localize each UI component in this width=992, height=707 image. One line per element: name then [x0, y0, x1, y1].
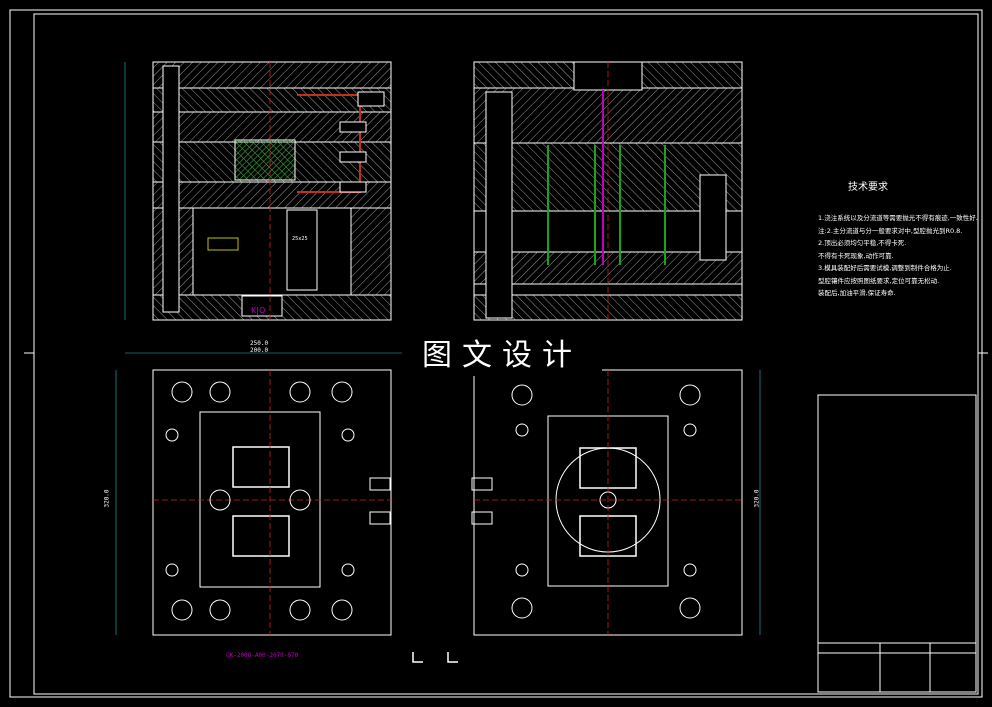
plan-view-left	[115, 352, 404, 636]
tech-line: 3.模具装配好后需要试模,调整到制件合格为止.	[818, 264, 952, 272]
title-block	[817, 642, 977, 693]
tech-requirements-title: 技术要求	[848, 182, 888, 193]
section-view-right	[473, 61, 743, 321]
dimension-width-inner: 200.0	[250, 347, 269, 354]
plan-view-right	[471, 369, 761, 636]
corner-mark	[447, 652, 458, 663]
tech-line: 2.顶出必须均匀平稳,不得卡死.	[818, 239, 907, 247]
tech-line: 不得有卡死现象,动作可靠.	[818, 251, 894, 260]
dimension-height-left: 320.0	[103, 489, 111, 508]
section-view-left: 25x25	[124, 61, 392, 321]
part-number: CK-2008-A00-2070-070	[226, 652, 299, 659]
tech-requirements: 1.浇注系统以及分流道等需要抛光不得有痕迹,一致性好. 注:2.主分流道与分一般…	[818, 212, 978, 300]
dimension-width-outer: 250.0	[250, 340, 269, 347]
tech-line: 装配后,加油平滑,保证寿命.	[818, 289, 896, 297]
tech-line: 注:2.主分流道与分一般要求对中,型腔抛光到R0.8.	[818, 226, 963, 235]
parts-list-table	[817, 394, 977, 644]
corner-mark	[412, 652, 423, 663]
svg-text:25x25: 25x25	[292, 236, 308, 242]
dimension-height-right: 320.0	[753, 489, 761, 508]
tech-line: 型腔镶件应按照图纸要求,定位可靠无松动.	[818, 276, 940, 285]
tech-line: 1.浇注系统以及分流道等需要抛光不得有痕迹,一致性好.	[818, 214, 978, 222]
section-label: K|O	[251, 306, 265, 315]
watermark: 图文设计	[402, 336, 602, 376]
